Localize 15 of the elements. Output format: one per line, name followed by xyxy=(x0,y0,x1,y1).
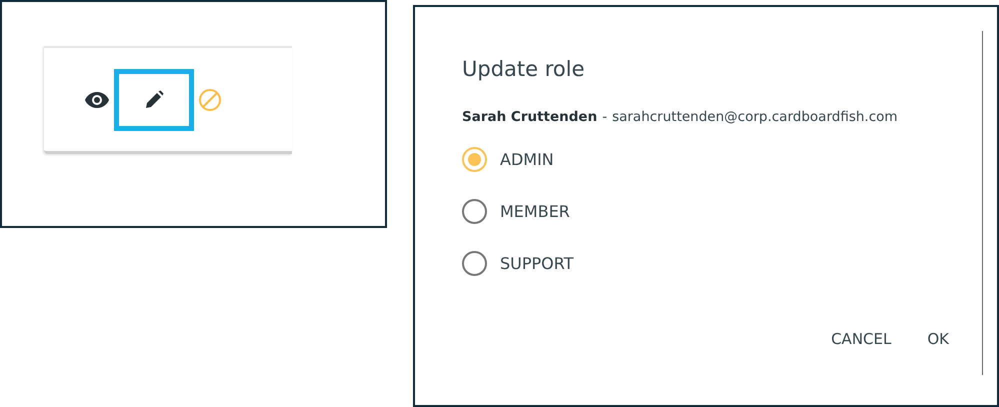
user-name: Sarah Cruttenden xyxy=(462,109,598,125)
radio-label[interactable]: MEMBER xyxy=(500,202,570,221)
cancel-button[interactable]: CANCEL xyxy=(823,324,900,354)
radio-button[interactable] xyxy=(462,199,487,224)
radio-label[interactable]: ADMIN xyxy=(500,150,554,169)
radio-button[interactable] xyxy=(462,251,487,276)
ok-button[interactable]: OK xyxy=(919,324,957,354)
user-email: sarahcruttenden@corp.cardboardfish.com xyxy=(612,109,898,125)
radio-button[interactable] xyxy=(462,147,487,172)
eye-icon xyxy=(84,90,110,108)
ban-icon xyxy=(198,88,222,112)
pencil-icon xyxy=(144,90,164,110)
separator-text: - xyxy=(602,109,608,125)
radio-label[interactable]: SUPPORT xyxy=(500,254,574,273)
dialog-title: Update role xyxy=(462,57,586,81)
